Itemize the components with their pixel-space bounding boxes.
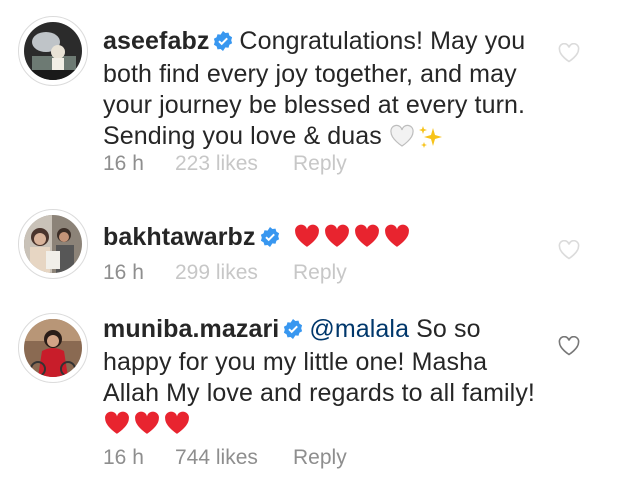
comment-line: So so: [416, 315, 481, 343]
reply-button[interactable]: Reply: [293, 261, 347, 285]
avatar-image: [24, 22, 82, 80]
likes-count[interactable]: 299 likes: [175, 261, 293, 285]
red-heart-icon: [294, 224, 319, 247]
comment-line: your journey be blessed at every turn.: [103, 91, 526, 119]
verified-badge-icon: [213, 28, 233, 59]
emoji-group: [389, 124, 445, 152]
comment-meta: 16 h 744 likes Reply: [103, 446, 347, 470]
username[interactable]: aseefabz: [103, 27, 209, 55]
sparkles-icon: [418, 126, 442, 148]
comment-line: happy for you my little one! Masha: [103, 348, 488, 376]
username[interactable]: muniba.mazari: [103, 315, 279, 343]
comment-line: Congratulations! May you: [239, 27, 526, 55]
verified-badge-icon: [283, 316, 303, 347]
comment-muniba-mazari: muniba.mazari @malala So so happy for you…: [0, 300, 630, 484]
comment-aseefabz: aseefabz Congratulations! May you both fi…: [0, 0, 630, 190]
likes-count[interactable]: 744 likes: [175, 446, 293, 470]
mention-link[interactable]: @malala: [309, 315, 409, 343]
timestamp: 16 h: [103, 152, 144, 175]
comment-line: both find every joy together, and may: [103, 60, 517, 88]
white-heart-icon: [390, 124, 414, 147]
red-heart-icon: [105, 411, 129, 434]
like-heart-icon[interactable]: [558, 239, 580, 265]
comment-meta: 16 h 299 likes Reply: [103, 261, 347, 285]
timestamp: 16 h: [103, 261, 144, 284]
reply-button[interactable]: Reply: [293, 446, 347, 470]
username[interactable]: bakhtawarbz: [103, 223, 256, 251]
avatar-image: [24, 319, 82, 377]
comment-text: muniba.mazari @malala So so happy for you…: [103, 314, 553, 440]
reply-button[interactable]: Reply: [293, 152, 347, 176]
comment-text: aseefabz Congratulations! May you both fi…: [103, 26, 553, 152]
like-heart-icon[interactable]: [558, 335, 580, 361]
red-heart-icon: [384, 224, 409, 247]
timestamp: 16 h: [103, 446, 144, 469]
avatar[interactable]: [18, 16, 88, 86]
emoji-group: [293, 223, 411, 249]
avatar[interactable]: [18, 313, 88, 383]
comment-text: bakhtawarbz: [103, 222, 553, 255]
likes-count[interactable]: 223 likes: [175, 152, 293, 176]
red-heart-icon: [135, 411, 159, 434]
avatar-image: [24, 215, 82, 273]
like-heart-icon[interactable]: [558, 42, 580, 68]
emoji-group: [103, 410, 191, 436]
red-heart-icon: [324, 224, 349, 247]
red-heart-icon: [165, 411, 189, 434]
comment-meta: 16 h 223 likes Reply: [103, 152, 347, 176]
comment-bakhtawarbz: bakhtawarbz 16 h 299 likes Reply: [0, 205, 630, 300]
comment-line: Sending you love & duas: [103, 122, 382, 150]
avatar[interactable]: [18, 209, 88, 279]
red-heart-icon: [354, 224, 379, 247]
verified-badge-icon: [260, 224, 280, 255]
comment-line: Allah My love and regards to all family!: [103, 379, 535, 407]
